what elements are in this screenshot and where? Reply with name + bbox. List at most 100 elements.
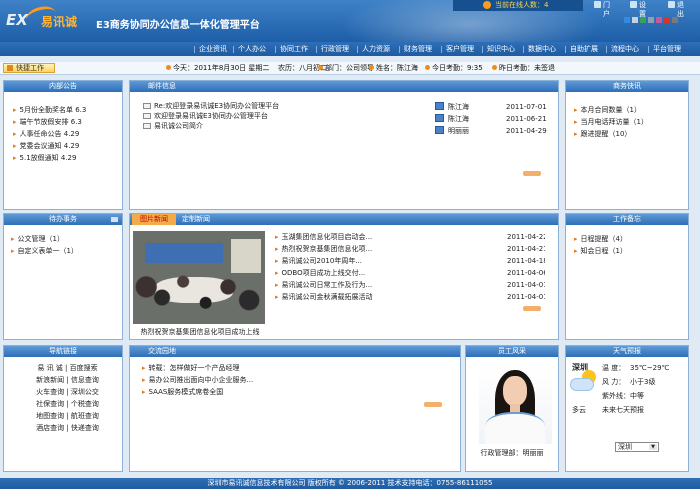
business-panel: 商务快讯 本月合同数量（1） 当月电话拜访量（1） 跟进提醒（10）	[565, 80, 689, 210]
uv-value: 中等	[630, 392, 644, 400]
news-item[interactable]: 玉湖集团信息化项目启动会...2011-04-22	[275, 231, 545, 243]
skin-swatch[interactable]	[632, 17, 638, 23]
todo-item[interactable]: 自定义表单一（1）	[11, 245, 117, 257]
navlinks-row[interactable]: 社保查询 | 个税查询	[10, 398, 125, 410]
notice-item[interactable]: 人事任命公告 4.29	[13, 128, 117, 140]
user-card-icon	[435, 114, 444, 122]
memo-item[interactable]: 日程提醒（4）	[574, 233, 683, 245]
user-card-icon	[435, 102, 444, 110]
news-item[interactable]: 热烈祝贺京基集团信息化项...2011-04-21	[275, 243, 545, 255]
skin-swatch[interactable]	[648, 17, 654, 23]
navlinks-row[interactable]: 酒店查询 | 快递查询	[10, 422, 125, 434]
bullet-icon	[166, 65, 171, 70]
footer: 深圳市易讯诚信息技术有限公司 版权所有 © 2006-2011 技术支持电话：0…	[0, 478, 700, 489]
todo-list: 公文管理（1） 自定义表单一（1）	[11, 233, 117, 257]
staff-caption: 行政管理部：明丽丽	[480, 449, 544, 457]
gear-icon	[630, 1, 637, 8]
logout-link[interactable]: 退出	[668, 1, 684, 18]
notice-item[interactable]: 党委会议通知 4.29	[13, 140, 117, 152]
notice-item[interactable]: 5月份全勤奖名单 6.3	[13, 104, 117, 116]
forum-more-button[interactable]	[424, 402, 442, 407]
skin-swatch[interactable]	[640, 17, 646, 23]
online-label: 当前在线人数：4	[495, 1, 549, 9]
nav-item[interactable]: 流程中心	[606, 44, 639, 54]
nav-item[interactable]: 人力资源	[357, 44, 390, 54]
user-name: 姓名：陈江海	[369, 64, 418, 73]
nav-item[interactable]: 行政管理	[316, 44, 349, 54]
navlinks-row[interactable]: 地图查询 | 航班查询	[10, 410, 125, 422]
notice-item[interactable]: 5.1放假通知 4.29	[13, 152, 117, 164]
business-item[interactable]: 本月合同数量（1）	[574, 104, 683, 116]
business-title: 商务快讯	[566, 81, 688, 92]
nav-item[interactable]: 协同工作	[275, 44, 308, 54]
forum-item[interactable]: SAAS服务模式席卷全国	[142, 386, 455, 398]
navlinks-list: 易 讯 诚 | 百度搜索 新浪新闻 | 信息查询 火车查询 | 深圳公交 社保查…	[10, 362, 125, 434]
news-item[interactable]: ODBO项目成功上线交付...2011-04-06	[275, 267, 545, 279]
weather-panel: 天气预报 深圳 多云 温 度： 35℃~29℃ 风 力： 小于3级 紫外线： 中…	[565, 345, 689, 472]
forum-item[interactable]: 易办公司推出面向中小企业服务...	[142, 374, 455, 386]
forum-item[interactable]: 转载：怎样做好一个产品经理	[142, 362, 455, 374]
tab-custom-news[interactable]: 定制新闻	[182, 214, 210, 225]
quick-work-button[interactable]: 快捷工作	[3, 63, 55, 73]
header-banner: EX 易讯诚 E3商务协同办公信息一体化管理平台 当前在线人数：4 门户 设置 …	[0, 0, 700, 42]
envelope-icon	[143, 103, 151, 109]
forum-panel: 交流园地 转载：怎样做好一个产品经理 易办公司推出面向中小企业服务... SAA…	[129, 345, 461, 472]
news-date: 2011-04-21	[505, 243, 545, 255]
mail-panel: 邮件信息 Re:欢迎登录易讯诚E3协同办公管理平台 欢迎登录易讯诚E3协同办公管…	[129, 80, 559, 210]
nav-item[interactable]: 自助扩展	[565, 44, 598, 54]
staff-photo[interactable]	[479, 364, 552, 444]
todo-title: 待办事务	[4, 214, 122, 225]
news-item[interactable]: 易讯诚公司日常工作及行为...2011-04-01	[275, 279, 545, 291]
nav-item[interactable]: 知识中心	[482, 44, 515, 54]
bullet-icon	[369, 65, 374, 70]
nav-item[interactable]: 客户管理	[441, 44, 474, 54]
todo-item[interactable]: 公文管理（1）	[11, 233, 117, 245]
mail-dates: 2011-07-01 2011-06-21 2011-04-29	[506, 101, 566, 137]
mail-item[interactable]: 欢迎登录易讯诚E3协同办公管理平台	[143, 111, 323, 121]
photo-caption[interactable]: 热烈祝贺京基集团信息化项目成功上线	[134, 328, 266, 337]
tab-picture-news[interactable]: 图片新闻	[132, 214, 176, 225]
todo-panel: 待办事务 公文管理（1） 自定义表单一（1）	[3, 213, 123, 340]
logo-cn: 易讯诚	[41, 15, 78, 29]
nav-item[interactable]: 财务管理	[399, 44, 432, 54]
news-photo[interactable]: 12345	[133, 231, 265, 324]
mail-item[interactable]: 易讯诚公司简介	[143, 121, 323, 131]
memo-panel: 工作备忘 日程提醒（4） 知会日程（1）	[565, 213, 689, 340]
business-item[interactable]: 当月电话拜访量（1）	[574, 116, 683, 128]
expand-icon[interactable]	[111, 217, 118, 222]
news-more-button[interactable]	[523, 306, 541, 311]
navlinks-row[interactable]: 新浪新闻 | 信息查询	[10, 374, 125, 386]
users-icon	[483, 1, 491, 9]
business-item[interactable]: 跟进提醒（10）	[574, 128, 683, 140]
today-date: 今天：2011年8月30日 星期二	[166, 64, 269, 73]
memo-title: 工作备忘	[566, 214, 688, 225]
navlinks-row[interactable]: 火车查询 | 深圳公交	[10, 386, 125, 398]
skin-swatch[interactable]	[664, 17, 670, 23]
main-nav: 企业资讯 个人办公 协同工作 行政管理 人力资源 财务管理 客户管理 知识中心 …	[0, 42, 700, 56]
skin-swatch[interactable]	[624, 17, 630, 23]
notice-item[interactable]: 端午节放假安排 6.3	[13, 116, 117, 128]
mail-item[interactable]: Re:欢迎登录易讯诚E3协同办公管理平台	[143, 101, 323, 111]
nav-item[interactable]: 数据中心	[523, 44, 556, 54]
user-card-icon	[435, 126, 444, 134]
forecast-link[interactable]: 未来七天预报	[602, 404, 644, 416]
news-date: 2011-04-01	[505, 291, 545, 303]
nav-item[interactable]: 个人办公	[233, 44, 266, 54]
news-item[interactable]: 易讯诚公司金秋满载拓展活动2011-04-01	[275, 291, 545, 303]
settings-link[interactable]: 设置	[630, 1, 646, 18]
envelope-icon	[143, 113, 151, 119]
navlinks-row[interactable]: 易 讯 诚 | 百度搜索	[10, 362, 125, 374]
mail-more-button[interactable]	[523, 171, 541, 176]
city-select[interactable]: 深圳 ▼	[615, 442, 659, 452]
online-users: 当前在线人数：4	[453, 0, 583, 11]
memo-item[interactable]: 知会日程（1）	[574, 245, 683, 257]
news-item[interactable]: 易讯诚公司2010年周年...2011-04-18	[275, 255, 545, 267]
nav-item[interactable]: 企业资讯	[194, 44, 227, 54]
portal-link[interactable]: 门户	[594, 1, 610, 18]
skin-swatch[interactable]	[656, 17, 662, 23]
skin-swatch[interactable]	[672, 17, 678, 23]
mail-title: 邮件信息	[130, 81, 558, 92]
app-title: E3商务协同办公信息一体化管理平台	[96, 20, 260, 31]
nav-item[interactable]: 平台管理	[648, 44, 681, 54]
mail-list: Re:欢迎登录易讯诚E3协同办公管理平台 欢迎登录易讯诚E3协同办公管理平台 易…	[143, 101, 323, 131]
